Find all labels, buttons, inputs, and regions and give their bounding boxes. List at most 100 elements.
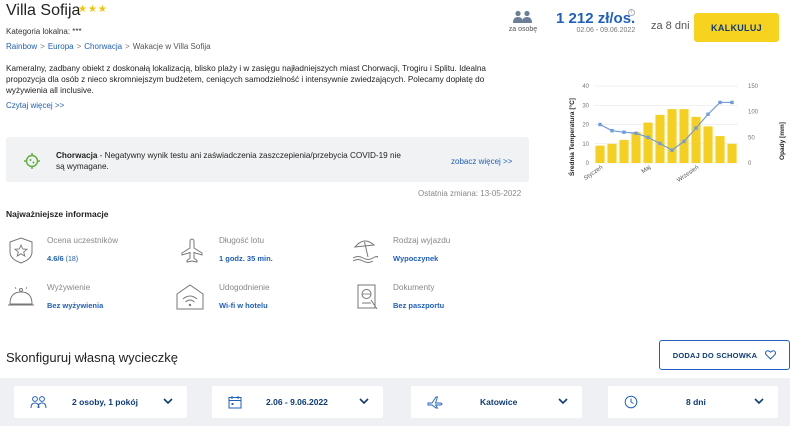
departure-select[interactable]: Katowice [411,386,582,418]
chart-bar [727,143,737,163]
documents-label: Dokumenty [393,283,435,292]
chart-ytick-left: 10 [582,142,589,148]
amenity-value: Wi-fi w hotelu [219,301,268,310]
breadcrumb-separator: > [40,42,45,51]
heart-icon [765,350,777,360]
covid-more-link[interactable]: zobacz więcej >> [451,157,512,166]
local-category: Kategoria lokalna: *** [6,27,82,36]
calendar-icon [228,396,242,409]
calculate-button[interactable]: KALKULUJ [694,13,779,42]
trip-type-label: Rodzaj wyjazdu [393,236,451,245]
chart-ytick-right: 150 [748,84,759,90]
chart-ytick-right: 0 [748,161,752,167]
add-to-wishlist-button[interactable]: DODAJ DO SCHOWKA [659,340,790,370]
departure-value: Katowice [480,397,518,407]
chart-bar [619,139,629,163]
covid-country: Chorwacja [56,151,98,160]
dates-value: 2.06 - 9.06.2022 [266,397,328,407]
chart-line [598,100,734,152]
flight-length-value: 1 godz. 35 min. [219,254,273,263]
board-value: Bez wyżywienia [47,301,104,310]
chart-xtick: Wrzesień [676,165,700,184]
trip-duration: za 8 dni [651,20,690,32]
people-icon [513,10,532,23]
documents-value: Bez paszportu [393,301,445,310]
last-change: Ostatnia zmiana: 13-05-2022 [418,189,522,198]
chart-ytick-left: 30 [582,103,589,109]
chart-ytick-left: 20 [582,123,589,129]
chart-bar [607,143,617,163]
cloche-icon [8,286,34,306]
duration-select[interactable]: 8 dni [608,386,778,418]
chart-point [598,122,602,127]
chart-xtick: Maj [641,165,652,175]
virus-icon [24,153,40,169]
hotel-stars: ★★★ [78,4,108,15]
amenity-label: Udogodnienie [219,283,270,292]
persons-rooms-select[interactable]: 2 osoby, 1 pokój [14,386,187,418]
wifi-icon [176,284,204,310]
chevron-down-icon [558,398,568,405]
breadcrumb-separator: > [76,42,82,51]
board-label: Wyżywienie [47,283,91,292]
chart-ytick-right: 100 [748,110,759,116]
chart-bar [679,109,689,163]
chart-bar [595,145,605,163]
info-icon[interactable]: i [628,9,635,16]
chart-bar [667,109,677,163]
chart-ytick-left: 40 [582,84,589,90]
price-block: 1 212 zł/os. 02.06 - 09.06.2022 [556,10,635,34]
rating-label: Ocena uczestników [47,236,118,245]
chart-ytick-right: 50 [748,135,755,141]
passport-icon [357,284,378,310]
configure-title: Skonfiguruj własną wycieczkę [6,350,178,365]
breadcrumb-separator: > [125,42,130,51]
breadcrumb-current: Wakacje w Villa Sofija [132,42,211,51]
chart-bars [595,109,737,163]
chart-bar [655,114,665,163]
chevron-down-icon [163,398,173,405]
chevron-down-icon [359,398,369,405]
chart-bar [715,136,725,163]
chevron-down-icon [754,398,764,405]
plane-icon [427,396,443,409]
chart-point [706,112,710,116]
breadcrumb-europa[interactable]: Europa [48,42,74,51]
chart-ytick-left: 0 [586,161,590,167]
chart-point [718,100,722,105]
rating-count: (18) [63,256,79,263]
chart-bar [643,122,653,163]
beach-umbrella-icon [352,240,378,263]
chart-bar [631,132,641,163]
price-amount: 1 212 zł/os. [556,10,636,27]
chart-point [658,141,662,146]
dates-select[interactable]: 2.06 - 9.06.2022 [212,386,383,418]
airplane-icon [181,238,203,263]
covid-message: Chorwacja - Negatywny wynik testu ani za… [56,150,406,172]
chart-bar [703,126,713,163]
hotel-name: Villa Sofija [6,2,81,19]
climate-chart: 0 10 20 30 40 0 50 100 150 Styczeń Maj Wrzesień Śre… [567,84,786,184]
persons-rooms-value: 2 osoby, 1 pokój [72,397,138,407]
covid-message-text: - Negatywny wynik testu ani zaświadczeni… [56,151,401,171]
rating-icon [9,237,33,264]
clock-icon [624,395,638,409]
breadcrumb-rainbow[interactable]: Rainbow [6,42,37,51]
chart-point [682,139,686,144]
chart-point [634,131,638,135]
trip-type-value: Wypoczynek [393,254,439,263]
add-to-wishlist-label: DODAJ DO SCHOWKA [672,350,758,360]
important-info-title: Najważniejsze informacje [6,209,109,219]
chart-point [670,148,674,152]
breadcrumb-chorwacja[interactable]: Chorwacja [84,42,122,51]
hotel-description: Kameralny, zadbany obiekt z doskonałą lo… [6,64,486,95]
chart-ylabel-right: Opady [mm] [779,122,786,160]
read-more-link[interactable]: Czytaj więcej >> [6,101,64,110]
persons-selector[interactable]: za osobę [506,10,540,33]
flight-length-label: Długość lotu [219,236,265,245]
duration-value: 8 dni [686,397,706,407]
chart-xtick: Styczeń [583,165,604,182]
people-icon [30,396,47,409]
breadcrumb: Rainbow > Europa > Chorwacja > Wakacje w Villa… [6,42,211,51]
price-dates: 02.06 - 09.06.2022 [576,27,636,34]
